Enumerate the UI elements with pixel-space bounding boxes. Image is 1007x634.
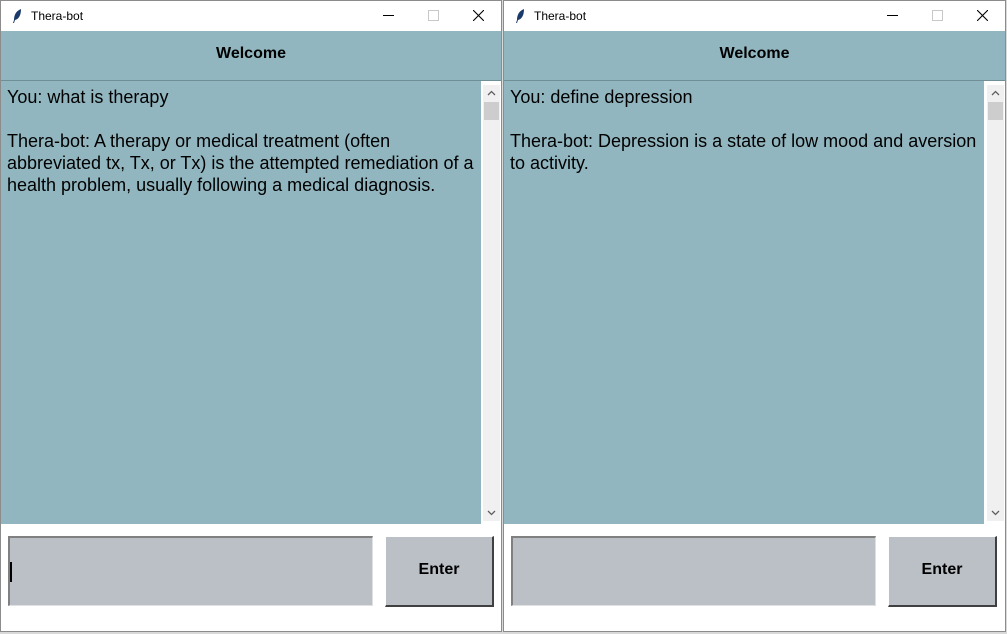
enter-button[interactable]: Enter — [888, 536, 997, 607]
close-icon — [473, 10, 484, 21]
maximize-button[interactable] — [915, 1, 960, 31]
user-message: You: what is therapy — [7, 87, 169, 107]
welcome-header: Welcome — [1, 31, 501, 81]
minimize-button[interactable] — [366, 1, 411, 31]
text-cursor — [10, 562, 12, 582]
window-title: Thera-bot — [534, 9, 587, 23]
chat-window-right: Thera-bot Welcome You: define depression… — [503, 0, 1006, 632]
minimize-icon — [887, 15, 898, 16]
chat-scrollbar[interactable] — [483, 85, 500, 521]
chat-window-left: Thera-bot Welcome You: what is therapy T… — [0, 0, 502, 632]
title-bar[interactable]: Thera-bot — [504, 1, 1005, 31]
welcome-header: Welcome — [504, 31, 1005, 81]
message-input[interactable] — [8, 536, 373, 606]
chat-scrollbar[interactable] — [987, 85, 1004, 521]
message-input[interactable] — [511, 536, 876, 606]
feather-icon — [13, 9, 21, 23]
title-bar[interactable]: Thera-bot — [1, 1, 501, 31]
scrollbar-thumb[interactable] — [988, 102, 1003, 120]
chat-log[interactable]: You: define depression Thera-bot: Depres… — [504, 81, 984, 524]
close-icon — [977, 10, 988, 21]
maximize-icon — [428, 10, 439, 21]
chat-log[interactable]: You: what is therapy Thera-bot: A therap… — [1, 81, 481, 524]
enter-button[interactable]: Enter — [385, 536, 494, 607]
minimize-icon — [383, 15, 394, 16]
user-message: You: define depression — [510, 87, 693, 107]
feather-icon — [516, 9, 524, 23]
maximize-button[interactable] — [411, 1, 456, 31]
scrollbar-thumb[interactable] — [484, 102, 499, 120]
chevron-down-icon[interactable] — [987, 504, 1004, 521]
bot-message: Thera-bot: Depression is a state of low … — [510, 131, 982, 173]
chevron-down-icon[interactable] — [483, 504, 500, 521]
close-button[interactable] — [456, 1, 501, 31]
input-area: Enter — [1, 524, 501, 631]
chevron-up-icon[interactable] — [483, 85, 500, 102]
close-button[interactable] — [960, 1, 1005, 31]
chevron-up-icon[interactable] — [987, 85, 1004, 102]
input-area: Enter — [504, 524, 1005, 631]
maximize-icon — [932, 10, 943, 21]
bot-message: Thera-bot: A therapy or medical treatmen… — [7, 131, 479, 195]
window-title: Thera-bot — [31, 9, 84, 23]
minimize-button[interactable] — [870, 1, 915, 31]
